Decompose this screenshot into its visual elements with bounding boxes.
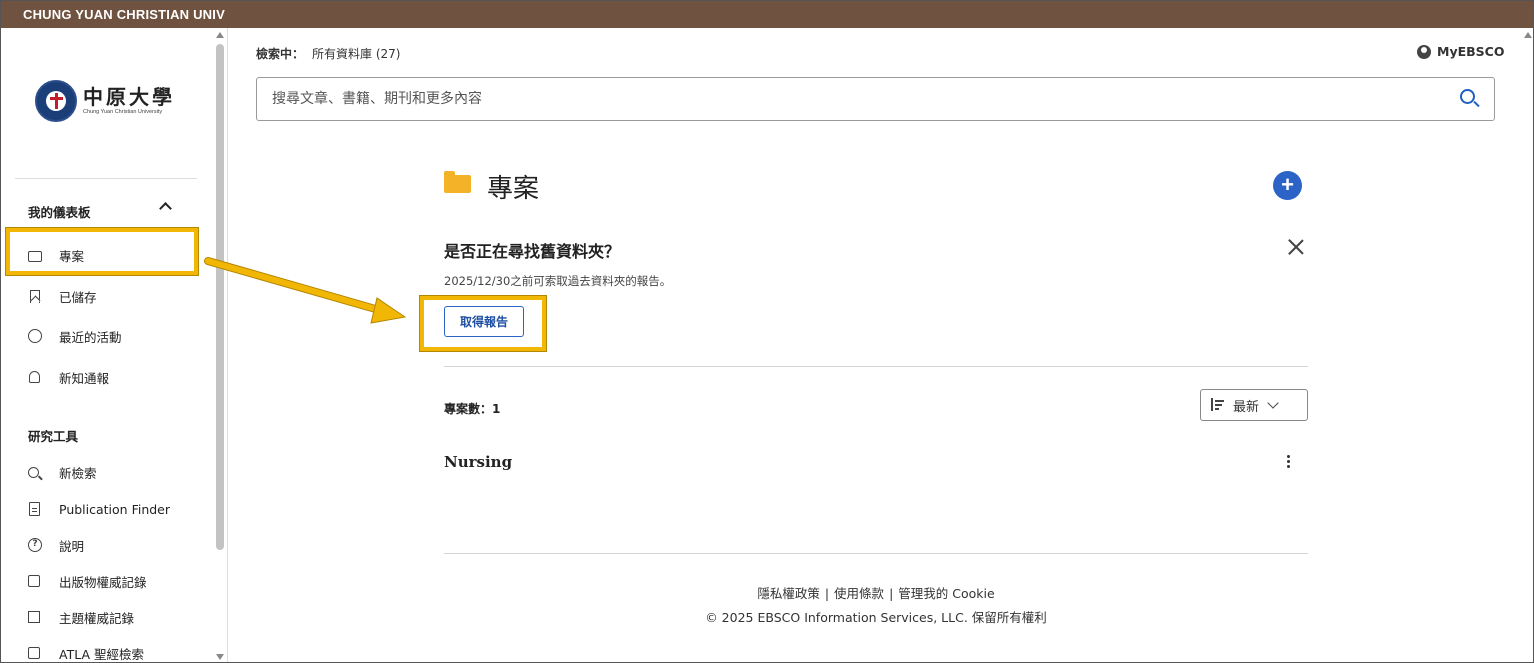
document-icon xyxy=(29,502,40,516)
sort-icon xyxy=(1209,398,1225,412)
searching-databases-link[interactable]: 所有資料庫 (27) xyxy=(312,47,400,61)
sidebar-scrollbar[interactable] xyxy=(213,28,228,662)
institution-name: CHUNG YUAN CHRISTIAN UNIV xyxy=(23,7,225,22)
sidebar-item-label: Publication Finder xyxy=(59,501,171,517)
sidebar-item-label: 新檢索 xyxy=(59,465,97,481)
notice-title: 是否正在尋找舊資料夾？ xyxy=(444,242,621,261)
publication-authority-icon xyxy=(28,575,40,587)
project-more-options-icon[interactable] xyxy=(1283,454,1293,470)
sidebar-item-publication-authority[interactable]: 出版物權威記錄 xyxy=(28,571,147,591)
scroll-down-arrow-icon[interactable] xyxy=(216,654,224,660)
sidebar-item-label: 新知通報 xyxy=(59,370,110,386)
bell-icon xyxy=(29,371,40,383)
history-icon xyxy=(28,329,42,343)
plus-icon: + xyxy=(1281,172,1294,197)
scripture-icon xyxy=(28,647,40,659)
sidebar-item-label: 最近的活動 xyxy=(59,329,122,345)
myebsco-button[interactable]: MyEBSCO xyxy=(1417,44,1504,59)
sidebar-item-saved[interactable]: 已儲存 xyxy=(28,286,97,306)
sidebar-item-help[interactable]: ? 說明 xyxy=(28,535,84,555)
institution-bar: CHUNG YUAN CHRISTIAN UNIV xyxy=(1,1,1533,28)
sidebar-item-subject-authority[interactable]: 主題權威記錄 xyxy=(28,607,134,627)
copyright: © 2025 EBSCO Information Services, LLC. … xyxy=(705,610,1047,625)
search-scope: 檢索中： 所有資料庫 (27) xyxy=(256,45,400,62)
sidebar-item-publication-finder[interactable]: Publication Finder xyxy=(28,499,170,519)
research-tools-heading: 研究工具 xyxy=(28,429,79,444)
user-account-icon xyxy=(1417,44,1431,59)
scroll-up-arrow-icon[interactable] xyxy=(216,32,224,38)
sidebar-item-recent-activity[interactable]: 最近的活動 xyxy=(28,326,122,346)
project-name-link[interactable]: Nursing xyxy=(444,453,512,471)
notice-description: 2025/12/30之前可索取過去資料夾的報告。 xyxy=(444,274,672,288)
scroll-up-arrow-icon[interactable] xyxy=(1524,32,1532,38)
logo-name-cn: 中原大學 xyxy=(83,85,175,109)
help-icon: ? xyxy=(28,538,42,552)
footer-links: 隱私權政策 | 使用條款 | 管理我的 Cookie xyxy=(444,583,1308,602)
section-divider xyxy=(444,366,1308,367)
search-input[interactable] xyxy=(272,78,1422,120)
get-report-highlight-box xyxy=(420,296,546,351)
footer-divider xyxy=(444,553,1308,554)
chevron-down-icon xyxy=(1267,396,1279,409)
main-scrollbar[interactable] xyxy=(1520,28,1533,662)
close-notice-icon[interactable] xyxy=(1287,238,1305,256)
page-title: 專案 xyxy=(487,174,540,204)
add-project-button[interactable]: + xyxy=(1273,171,1302,200)
search-button[interactable] xyxy=(1460,89,1480,109)
bookmark-icon xyxy=(30,289,40,303)
sidebar-item-label: 出版物權威記錄 xyxy=(59,574,147,590)
sidebar-item-alerts[interactable]: 新知通報 xyxy=(28,367,109,387)
myebsco-label: MyEBSCO xyxy=(1437,44,1505,59)
sidebar-item-label: 主題權威記錄 xyxy=(59,610,135,626)
sidebar-item-new-search[interactable]: 新檢索 xyxy=(28,462,97,482)
terms-of-use-link[interactable]: 使用條款 xyxy=(834,586,884,601)
search-bar xyxy=(256,77,1495,121)
searching-label: 檢索中： xyxy=(256,47,305,61)
scrollbar-thumb[interactable] xyxy=(216,44,224,550)
footer-separator: | xyxy=(824,586,830,601)
privacy-policy-link[interactable]: 隱私權政策 xyxy=(757,586,820,601)
manage-cookies-link[interactable]: 管理我的 Cookie xyxy=(898,586,994,601)
sidebar-item-label: 已儲存 xyxy=(59,289,97,305)
search-icon xyxy=(28,466,39,478)
subject-tree-icon xyxy=(28,611,40,623)
sidebar-item-label: 說明 xyxy=(59,538,85,554)
sort-selected-value: 最新 xyxy=(1233,399,1260,415)
sidebar-item-label: ATLA 聖經檢索 xyxy=(59,646,144,662)
dashboard-heading: 我的儀表板 xyxy=(28,205,91,220)
project-count: 專案數：1 xyxy=(444,402,501,416)
sidebar-divider xyxy=(15,178,197,179)
university-seal-icon xyxy=(35,80,77,122)
projects-folder-icon xyxy=(444,171,471,193)
sort-dropdown[interactable]: 最新 xyxy=(1200,389,1308,421)
footer-separator: | xyxy=(889,586,894,601)
university-logo[interactable]: 中原大學 Chung Yuan Christian University xyxy=(35,80,175,122)
logo-name-en: Chung Yuan Christian University xyxy=(83,109,163,115)
sidebar-item-atla-scripture[interactable]: ATLA 聖經檢索 xyxy=(28,643,144,662)
projects-highlight-box xyxy=(6,228,198,275)
app-frame: CHUNG YUAN CHRISTIAN UNIV 中原大學 Chung Yua… xyxy=(0,0,1534,663)
